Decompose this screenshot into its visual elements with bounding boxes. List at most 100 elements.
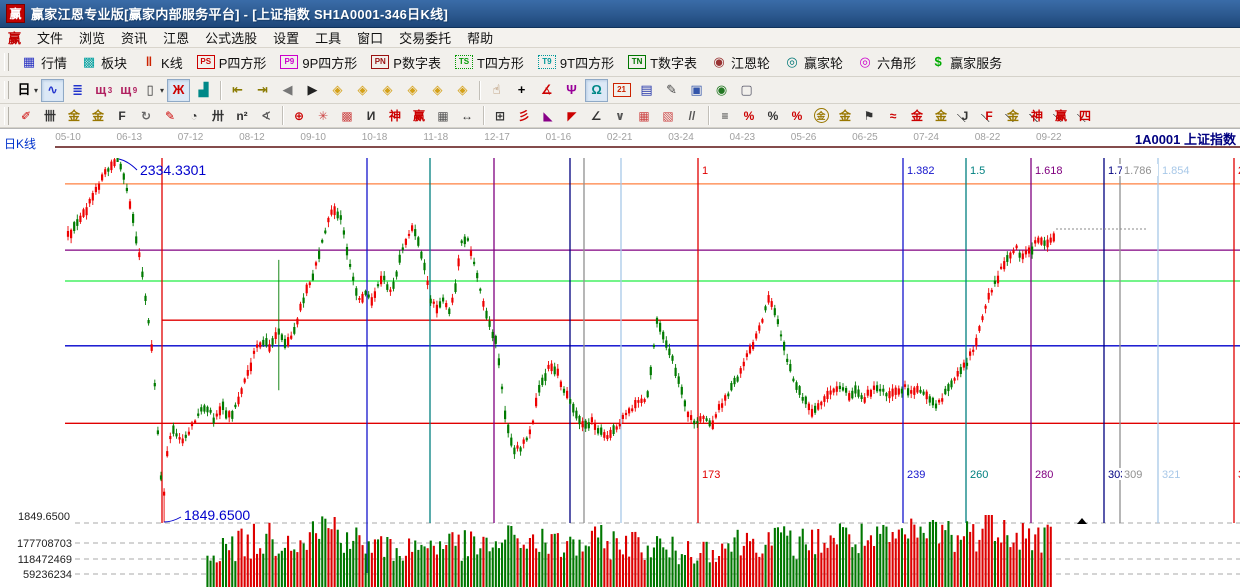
tool-report-edit[interactable]: ✎ (660, 79, 683, 102)
tool-percent-line-1[interactable]: % (738, 105, 760, 126)
tool-gann-fan[interactable]: 彡 (513, 105, 535, 126)
tool-starburst-grid[interactable]: ✳ (312, 105, 334, 126)
tool-web-report[interactable]: ◉ (710, 79, 733, 102)
toolbar-button-quotes[interactable]: ▦行情 (14, 49, 74, 75)
tool-pen-tool[interactable]: ✐ (15, 105, 37, 126)
tool-center-view[interactable]: ◈ (451, 79, 474, 102)
tool-n-square[interactable]: n² (231, 105, 253, 126)
toolbar-button-t-square[interactable]: TST四方形 (448, 49, 531, 75)
tool-zigzag-tool[interactable]: ∿ (41, 79, 64, 102)
tool-hand-tool[interactable]: ☝ (485, 79, 508, 102)
tool-golden-section-1[interactable]: 金 (63, 105, 85, 126)
tool-angle-lines[interactable]: ∠ (585, 105, 607, 126)
tool-si-angle[interactable]: 四 (1074, 105, 1096, 126)
tool-percent[interactable]: % (762, 105, 784, 126)
tool-profile-histogram[interactable]: ▟ (192, 79, 215, 102)
tool-spiral-tool[interactable]: ↻ (135, 105, 157, 126)
toolbar-button-t9-square[interactable]: T99T四方形 (531, 49, 621, 75)
menu-item-1[interactable]: 浏览 (71, 30, 113, 47)
tool-wave-tool[interactable]: ≈ (882, 105, 904, 126)
menu-item-8[interactable]: 交易委托 (391, 30, 459, 47)
toolbar-grip[interactable] (4, 53, 9, 71)
tool-pattern-tool[interactable]: Ж (167, 79, 190, 102)
tool-zoom-horizontal[interactable]: ◈ (376, 79, 399, 102)
menu-item-9[interactable]: 帮助 (459, 30, 501, 47)
tool-levels-chart[interactable]: ≡ (714, 105, 736, 126)
toolbar-grip[interactable] (4, 107, 9, 125)
tool-gold-red[interactable]: 金 (906, 105, 928, 126)
tool-target-circle[interactable]: ⊕ (288, 105, 310, 126)
toolbar-button-p-number-table[interactable]: PNP数字表 (364, 49, 448, 75)
toolbar-button-winner-wheel[interactable]: ◎赢家轮 (777, 49, 850, 75)
tool-gold-angle[interactable]: 金 (1002, 105, 1024, 126)
tool-shen-tool[interactable]: 神 (384, 105, 406, 126)
tool-slash-lines[interactable]: // (681, 105, 703, 126)
tool-grid-cross[interactable]: ▩ (336, 105, 358, 126)
menu-item-2[interactable]: 资讯 (113, 30, 155, 47)
chart-area[interactable]: 05-1006-1307-1208-1209-1010-1811-1812-17… (0, 128, 1240, 588)
tool-remote-computer[interactable]: ▢ (735, 79, 758, 102)
menu-item-7[interactable]: 窗口 (349, 30, 391, 47)
tool-ying-tool[interactable]: 赢 (408, 105, 430, 126)
tool-grid-red[interactable]: ▦ (633, 105, 655, 126)
tool-calculator[interactable]: ▤ (635, 79, 658, 102)
tool-wave-9[interactable]: щ9 (116, 79, 139, 102)
tool-gann-tool[interactable]: Ψ (560, 79, 583, 102)
tool-shen-angle[interactable]: 神 (1026, 105, 1048, 126)
toolbar-button-t-number-table[interactable]: TNT数字表 (621, 49, 704, 75)
tool-width-arrows[interactable]: ↔ (456, 105, 478, 126)
tool-percent-line-2[interactable]: % (786, 105, 808, 126)
toolbar-grip[interactable] (4, 81, 9, 99)
tool-go-last[interactable]: ⇥ (251, 79, 274, 102)
single-candle-dropdown-dropdown-arrow-icon[interactable]: ▾ (160, 86, 164, 95)
toolbar-button-gann-wheel[interactable]: ◉江恩轮 (704, 49, 777, 75)
tool-fan-box-1[interactable]: ◣ (537, 105, 559, 126)
tool-shift-right[interactable]: ◈ (351, 79, 374, 102)
tool-f-angle[interactable]: F (978, 105, 1000, 126)
tool-wave-3[interactable]: щ3 (91, 79, 114, 102)
tool-angle-measure-tool[interactable]: ∡ (535, 79, 558, 102)
tool-gold-line[interactable]: 金 (834, 105, 856, 126)
tool-grid-red-arrow[interactable]: ▧ (657, 105, 679, 126)
tool-grid-123[interactable]: ▦ (432, 105, 454, 126)
tool-compress-view[interactable]: ◈ (401, 79, 424, 102)
toolbar-button-kline[interactable]: ‖K线 (134, 49, 190, 75)
tool-gann-line[interactable]: 卌 (39, 105, 61, 126)
tool-golden-section-2[interactable]: 金 (87, 105, 109, 126)
tool-shift-left[interactable]: ◈ (326, 79, 349, 102)
tool-wisdom-tool[interactable]: Ω (585, 79, 608, 102)
tool-comb-line[interactable]: 卅 (207, 105, 229, 126)
tool-gold-circle[interactable]: 金 (810, 105, 832, 126)
tool-gold-olive[interactable]: 金 (930, 105, 952, 126)
tool-calendar-21[interactable]: 21 (610, 79, 633, 102)
toolbar-button-hexagon[interactable]: ◎六角形 (850, 49, 923, 75)
tool-single-candle-dropdown[interactable]: ▯▾ (141, 79, 165, 102)
tool-fan-box-2[interactable]: ◤ (561, 105, 583, 126)
menu-item-0[interactable]: 文件 (29, 30, 71, 47)
tool-ying-angle[interactable]: 赢 (1050, 105, 1072, 126)
tool-pen-chart[interactable]: ✎ (159, 105, 181, 126)
tool-pen-flag[interactable]: ⚑ (858, 105, 880, 126)
menu-item-4[interactable]: 公式选股 (197, 30, 265, 47)
tool-page-next[interactable]: ▶ (301, 79, 324, 102)
tool-notes-list[interactable]: ≣ (66, 79, 89, 102)
toolbar-button-sectors[interactable]: ▩板块 (74, 49, 134, 75)
toolbar-button-winner-service[interactable]: $赢家服务 (923, 49, 1009, 75)
menu-item-3[interactable]: 江恩 (155, 30, 197, 47)
tool-page-prev[interactable]: ◀ (276, 79, 299, 102)
tool-save-chart[interactable]: ▣ (685, 79, 708, 102)
tool-cycle-clock[interactable]: ◔ (183, 105, 205, 126)
tool-crosshair-tool[interactable]: + (510, 79, 533, 102)
toolbar-button-p-square[interactable]: PSP四方形 (190, 49, 274, 75)
menu-item-6[interactable]: 工具 (307, 30, 349, 47)
tool-k-quote[interactable]: И (360, 105, 382, 126)
toolbar-button-p9-square[interactable]: P99P四方形 (273, 49, 364, 75)
menu-item-5[interactable]: 设置 (265, 30, 307, 47)
tool-period-day-dropdown[interactable]: 日▾ (15, 79, 39, 102)
tool-expand-view[interactable]: ◈ (426, 79, 449, 102)
tool-angle-flag[interactable]: ∢ (255, 105, 277, 126)
tool-f-line[interactable]: F (111, 105, 133, 126)
tool-j-angle[interactable]: J (954, 105, 976, 126)
tool-gate-box[interactable]: ⊞ (489, 105, 511, 126)
period-day-dropdown-dropdown-arrow-icon[interactable]: ▾ (34, 86, 38, 95)
